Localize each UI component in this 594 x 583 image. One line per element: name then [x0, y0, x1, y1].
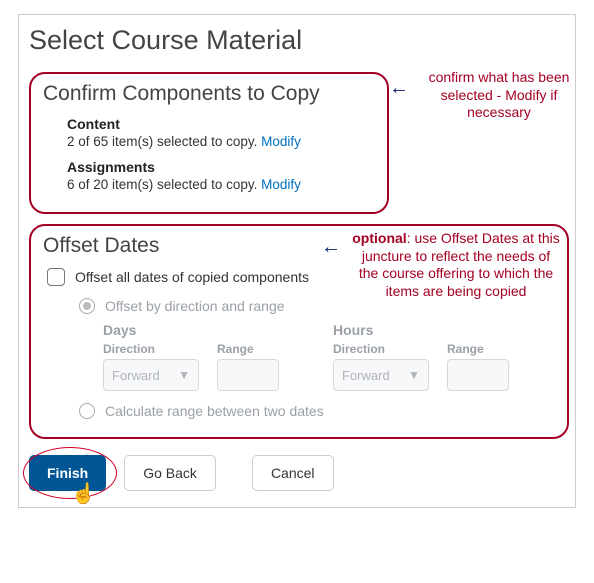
arrow-left-icon: ←: [389, 77, 409, 100]
hours-direction-label: Direction: [333, 342, 429, 356]
hours-title: Hours: [333, 322, 509, 338]
modify-link-content[interactable]: Modify: [261, 134, 301, 149]
annotation-offset: optional: use Offset Dates at this junct…: [351, 230, 561, 300]
button-row: Finish Go Back Cancel ☝: [29, 455, 565, 491]
offset-by-direction-label: Offset by direction and range: [105, 298, 285, 314]
offset-all-dates-checkbox[interactable]: [47, 268, 65, 286]
chevron-down-icon: ▼: [408, 368, 420, 382]
hours-range-input[interactable]: [447, 359, 509, 391]
go-back-button[interactable]: Go Back: [124, 455, 216, 491]
component-assignments: Assignments 6 of 20 item(s) selected to …: [67, 159, 375, 192]
confirm-heading: Confirm Components to Copy: [43, 82, 375, 106]
offset-all-dates-label: Offset all dates of copied components: [75, 269, 309, 285]
days-title: Days: [103, 322, 279, 338]
component-desc: 6 of 20 item(s) selected to copy. Modify: [67, 177, 375, 192]
calculate-range-radio[interactable]: [79, 403, 95, 419]
hours-group: Hours Direction Forward ▼ Range: [333, 322, 509, 391]
chevron-down-icon: ▼: [178, 368, 190, 382]
arrow-left-icon: ←: [321, 236, 341, 259]
annotation-confirm: confirm what has been selected - Modify …: [419, 69, 579, 122]
cancel-button[interactable]: Cancel: [252, 455, 334, 491]
days-direction-label: Direction: [103, 342, 199, 356]
component-content: Content 2 of 65 item(s) selected to copy…: [67, 116, 375, 149]
component-label: Content: [67, 116, 375, 132]
days-range-input[interactable]: [217, 359, 279, 391]
hours-range-label: Range: [447, 342, 509, 356]
hours-direction-select[interactable]: Forward ▼: [333, 359, 429, 391]
offset-dates-box: Offset Dates ← optional: use Offset Date…: [29, 224, 569, 439]
calculate-range-label: Calculate range between two dates: [105, 403, 324, 419]
offset-by-direction-radio[interactable]: [79, 298, 95, 314]
page-title: Select Course Material: [29, 25, 565, 56]
confirm-components-box: Confirm Components to Copy Content 2 of …: [29, 72, 389, 214]
component-desc: 2 of 65 item(s) selected to copy. Modify: [67, 134, 375, 149]
days-direction-select[interactable]: Forward ▼: [103, 359, 199, 391]
days-range-label: Range: [217, 342, 279, 356]
component-label: Assignments: [67, 159, 375, 175]
finish-button[interactable]: Finish: [29, 455, 106, 491]
days-group: Days Direction Forward ▼ Range: [103, 322, 279, 391]
modify-link-assignments[interactable]: Modify: [261, 177, 301, 192]
